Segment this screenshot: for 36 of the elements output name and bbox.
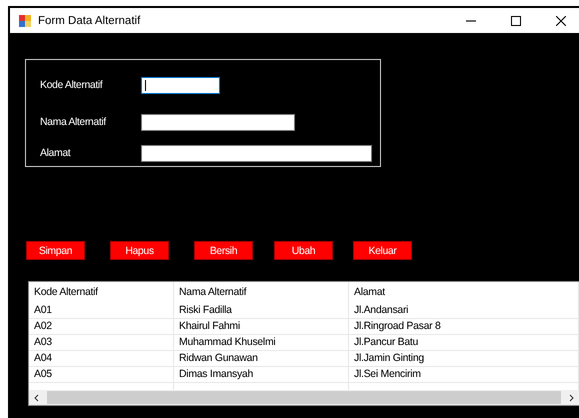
action-button[interactable]: Hapus [110, 241, 169, 260]
table-cell: Dimas Imansyah [174, 367, 349, 382]
field-label: Kode Alternatif [40, 79, 104, 91]
column-header[interactable]: Nama Alternatif [174, 282, 349, 303]
field-label: Nama Alternatif [40, 116, 108, 128]
app-icon [18, 14, 32, 28]
action-button[interactable]: Keluar [353, 241, 412, 260]
table-cell: Muhammad Khuselmi [174, 335, 349, 350]
table-cell: Jl.Sei Mencirim [349, 367, 579, 382]
input-field[interactable] [141, 144, 372, 162]
table-cell: A01 [29, 303, 174, 318]
table-cell: Riski Fadilla [174, 303, 349, 318]
input-field[interactable] [141, 76, 220, 94]
column-header[interactable]: Alamat [349, 282, 579, 303]
action-button[interactable]: Simpan [26, 241, 85, 260]
table-cell: Khairul Fahmi [174, 319, 349, 334]
window-title: Form Data Alternatif [38, 14, 140, 26]
table-cell: Jl.Pancur Batu [349, 335, 579, 350]
input-field[interactable] [141, 114, 295, 130]
action-button[interactable]: Bersih [194, 241, 253, 260]
close-icon[interactable] [556, 16, 566, 26]
table-cell: Jl.Jamin Ginting [349, 351, 579, 366]
scroll-right-icon[interactable] [567, 394, 575, 402]
table-cell: Jl.Andansari [349, 303, 579, 318]
horizontal-scrollbar[interactable] [29, 390, 579, 405]
table-cell: Jl.Ringroad Pasar 8 [349, 319, 579, 334]
table-cell: A04 [29, 351, 174, 366]
field-label: Alamat [40, 147, 72, 159]
table-cell: A03 [29, 335, 174, 350]
column-header[interactable]: Kode Alternatif [29, 282, 174, 303]
table-cell: Ridwan Gunawan [174, 351, 349, 366]
maximize-icon[interactable] [511, 16, 521, 26]
action-button[interactable]: Ubah [274, 241, 333, 260]
table-cell: A02 [29, 319, 174, 334]
table-cell: A05 [29, 367, 174, 382]
scroll-left-icon[interactable] [33, 394, 41, 402]
